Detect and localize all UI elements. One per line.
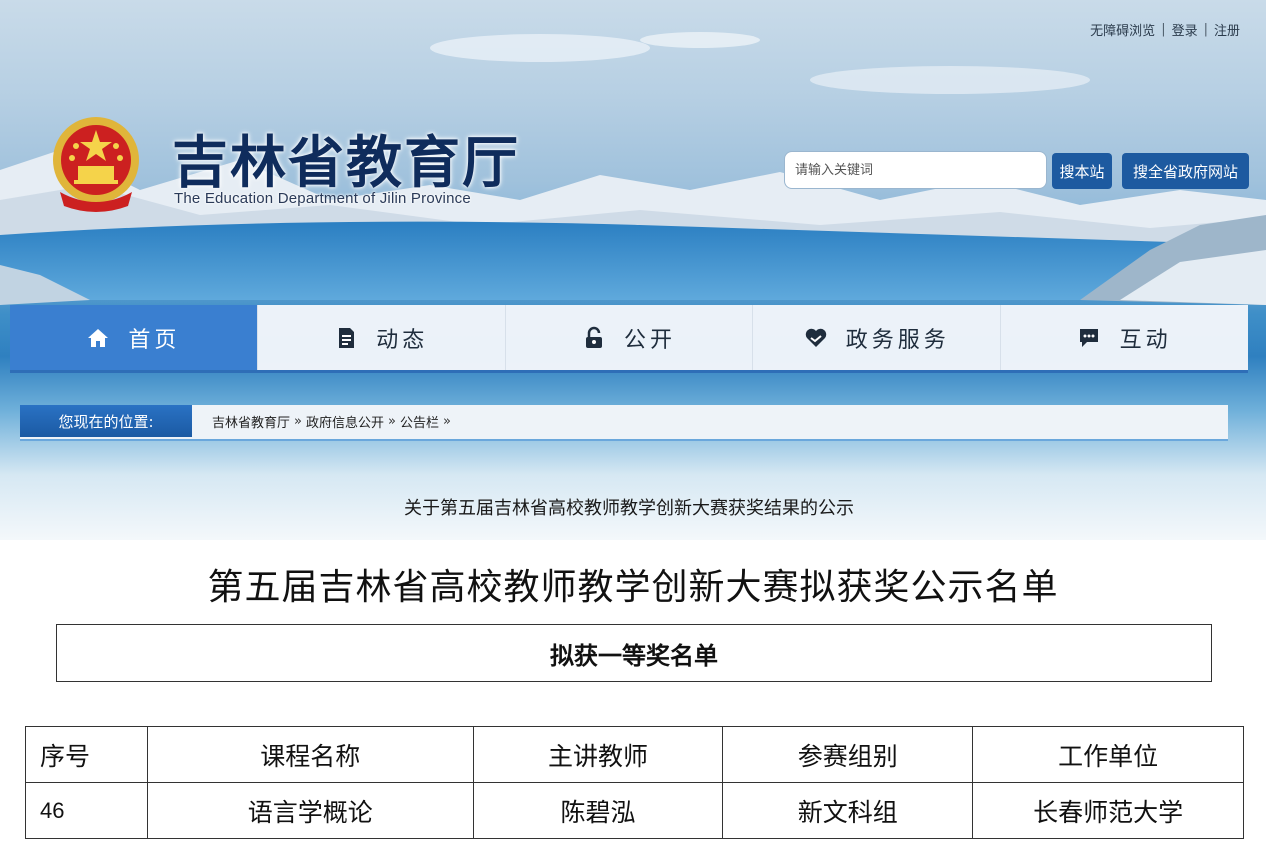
column-header: 工作单位 [972, 726, 1244, 783]
column-header: 课程名称 [146, 726, 474, 783]
notice-title: 关于第五届吉林省高校教师教学创新大赛获奖结果的公示 [404, 498, 854, 519]
table-header-row: 序号 课程名称 主讲教师 参赛组别 工作单位 [25, 726, 1244, 783]
nav-item-news[interactable]: 动态 [258, 305, 506, 370]
table-cell: 陈碧泓 [472, 782, 724, 839]
home-icon [88, 328, 109, 347]
login-link[interactable]: 登录 [1172, 20, 1198, 39]
breadcrumb-path: 吉林省教育厅 » 政府信息公开 » 公告栏 » [212, 405, 451, 437]
chat-icon [1079, 328, 1098, 347]
breadcrumb: 您现在的位置: 吉林省教育厅 » 政府信息公开 » 公告栏 » [20, 405, 1228, 441]
column-header: 序号 [25, 726, 148, 783]
nav-item-label: 政务服务 [845, 327, 950, 353]
results-table: 序号 课程名称 主讲教师 参赛组别 工作单位 46 语言学概论 陈碧泓 新文科组… [25, 726, 1244, 839]
breadcrumb-separator: » [294, 413, 302, 429]
nav-item-interaction[interactable]: 互动 [1001, 305, 1248, 370]
nav-item-label: 公开 [623, 327, 676, 353]
nav-item-home[interactable]: 首页 [10, 305, 258, 370]
accessibility-link[interactable]: 无障碍浏览 [1090, 20, 1155, 39]
nav-item-label: 首页 [128, 327, 181, 353]
breadcrumb-separator: » [442, 413, 451, 429]
table-cell: 长春师范大学 [972, 782, 1244, 839]
unlock-icon [585, 326, 602, 348]
national-emblem-icon [53, 117, 139, 212]
search-input[interactable] [784, 151, 1047, 189]
register-link[interactable]: 注册 [1214, 20, 1240, 39]
landscape-illustration [0, 32, 1266, 305]
breadcrumb-separator: » [388, 413, 396, 429]
document-icon [339, 327, 355, 348]
breadcrumb-item[interactable]: 政府信息公开 [306, 412, 384, 431]
site-subtitle: The Education Department of Jilin Provin… [174, 190, 471, 207]
heart-hands-icon [805, 328, 826, 347]
nav-item-label: 互动 [1119, 327, 1172, 353]
column-header: 主讲教师 [472, 726, 724, 783]
award-level-heading: 拟获一等奖名单 [56, 624, 1212, 682]
main-nav: 首页 动态 公开 政务服务 互动 [10, 305, 1248, 373]
link-separator: | [1203, 22, 1208, 37]
table-row: 46 语言学概论 陈碧泓 新文科组 长春师范大学 [25, 782, 1244, 839]
table-cell: 新文科组 [722, 782, 974, 839]
nav-item-open[interactable]: 公开 [506, 305, 754, 370]
award-level-label: 拟获一等奖名单 [550, 640, 718, 670]
header-banner: 无障碍浏览 | 登录 | 注册 吉林省教育厅 The Education Dep… [0, 0, 1266, 540]
breadcrumb-item[interactable]: 吉林省教育厅 [212, 412, 290, 431]
breadcrumb-label: 您现在的位置: [20, 405, 192, 437]
table-cell: 语言学概论 [146, 782, 474, 839]
column-header: 参赛组别 [722, 726, 974, 783]
nav-item-services[interactable]: 政务服务 [753, 305, 1002, 370]
search-site-button[interactable]: 搜本站 [1052, 153, 1112, 189]
document-title: 第五届吉林省高校教师教学创新大赛拟获奖公示名单 [207, 567, 1059, 608]
top-links: 无障碍浏览 | 登录 | 注册 [1090, 20, 1240, 39]
link-separator: | [1161, 22, 1166, 37]
breadcrumb-item[interactable]: 公告栏 [400, 412, 439, 431]
nav-item-label: 动态 [376, 327, 429, 353]
search-province-button[interactable]: 搜全省政府网站 [1122, 153, 1249, 189]
table-cell: 46 [25, 782, 148, 839]
site-title: 吉林省教育厅 [172, 131, 520, 196]
